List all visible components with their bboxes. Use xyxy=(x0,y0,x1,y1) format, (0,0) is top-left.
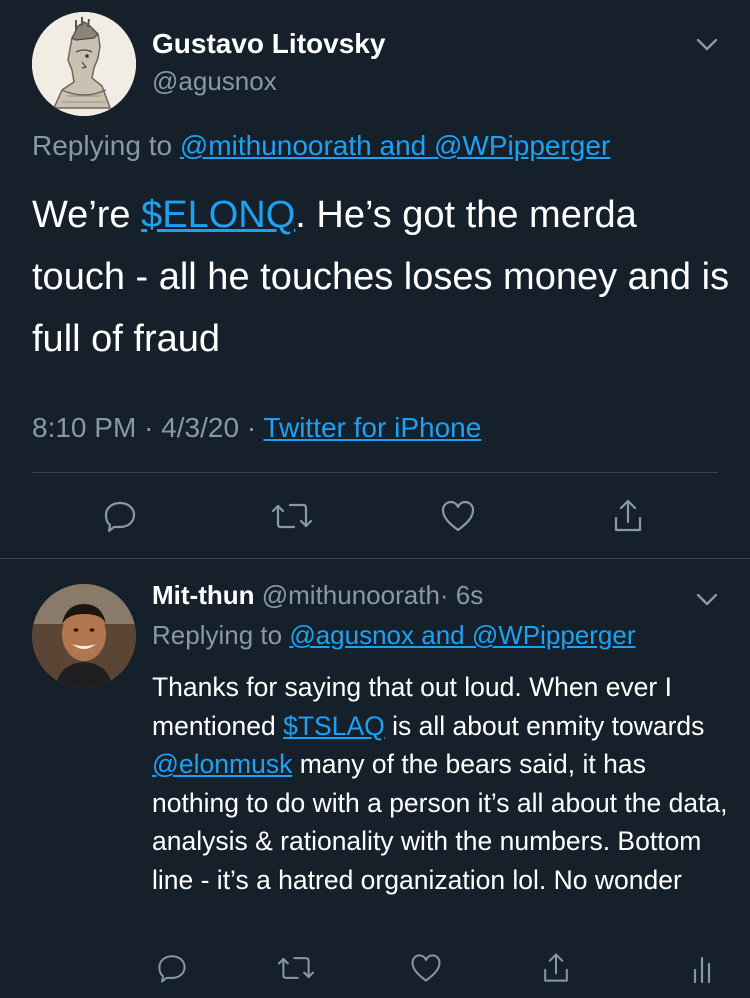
author-name[interactable]: Mit-thun xyxy=(152,580,255,610)
tweet-text: We’re $ELONQ. He’s got the merda touch -… xyxy=(32,184,732,370)
tweet-time: 8:10 PM xyxy=(32,412,137,443)
reply-header: Mit-thun @mithunoorath· 6s xyxy=(152,580,483,611)
replying-to: Replying to @mithunoorath and @WPipperge… xyxy=(32,130,610,162)
divider xyxy=(0,558,750,559)
retweet-icon[interactable] xyxy=(272,948,320,988)
replying-to: Replying to @agusnox and @WPipperger xyxy=(152,620,636,651)
tweet-source-link[interactable]: Twitter for iPhone xyxy=(263,412,481,443)
avatar[interactable] xyxy=(32,12,136,116)
profile-photo-image xyxy=(32,584,136,688)
tweet-text-part: is all about enmity towards xyxy=(384,710,705,741)
tweet-text: Thanks for saying that out loud. When ev… xyxy=(152,668,732,899)
author-handle[interactable]: @agusnox xyxy=(152,66,277,97)
tweet-time-ago: · 6s xyxy=(439,580,484,610)
chevron-down-icon[interactable] xyxy=(690,30,724,60)
author-name[interactable]: Gustavo Litovsky xyxy=(152,28,385,60)
avatar[interactable] xyxy=(32,584,136,688)
like-icon[interactable] xyxy=(406,948,446,988)
cashtag-link[interactable]: $TSLAQ xyxy=(283,711,385,741)
cashtag-link[interactable]: $ELONQ xyxy=(141,194,295,236)
tweet-meta: 8:10 PM · 4/3/20 · Twitter for iPhone xyxy=(32,412,481,444)
author-handle[interactable]: @mithunoorath xyxy=(262,580,440,610)
share-icon[interactable] xyxy=(536,948,576,988)
chevron-down-icon[interactable] xyxy=(690,585,724,615)
replying-to-link[interactable]: @agusnox and @WPipperger xyxy=(289,620,635,650)
retweet-icon[interactable] xyxy=(266,494,318,538)
like-icon[interactable] xyxy=(436,494,480,538)
tweet-date: 4/3/20 xyxy=(161,412,240,443)
reply-icon[interactable] xyxy=(98,494,142,538)
knight-portrait-image xyxy=(32,12,136,116)
replying-prefix: Replying to xyxy=(32,130,173,161)
replying-to-link[interactable]: @mithunoorath and @WPipperger xyxy=(180,130,610,161)
mention-link[interactable]: @elonmusk xyxy=(152,749,292,779)
reply-icon[interactable] xyxy=(152,948,192,988)
share-icon[interactable] xyxy=(606,494,650,538)
analytics-icon[interactable] xyxy=(684,948,720,988)
replying-prefix: Replying to xyxy=(152,620,283,650)
separator: · xyxy=(144,412,154,443)
divider xyxy=(32,472,718,473)
separator: · xyxy=(246,412,257,443)
tweet-text-part: We’re xyxy=(32,194,142,236)
